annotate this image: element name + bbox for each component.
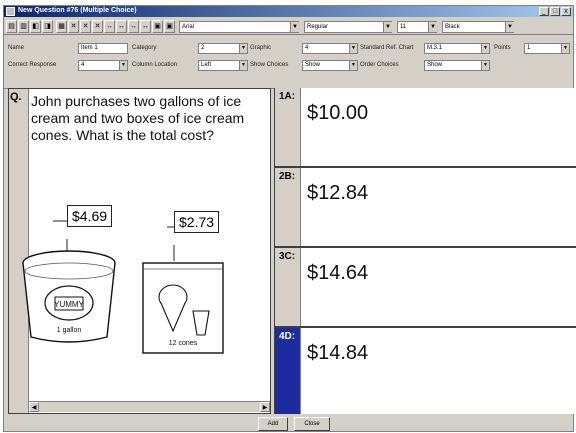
- answer-value[interactable]: $12.84: [307, 182, 368, 205]
- chevron-down-icon: ▼: [239, 44, 247, 53]
- chevron-down-icon: ▼: [349, 44, 357, 53]
- tub-brand-text: YUMMY: [54, 300, 84, 309]
- bottom-button-bar: Add Close: [4, 414, 573, 432]
- box-caption: 12 cones: [169, 340, 198, 347]
- column-location-select[interactable]: Left ▼: [198, 60, 248, 71]
- answer-value[interactable]: $14.64: [307, 262, 368, 285]
- tool-button-11[interactable]: ↔: [128, 20, 139, 33]
- app-icon: [6, 7, 15, 16]
- chevron-down-icon: ▼: [481, 44, 489, 53]
- tool-button-13[interactable]: ▣: [152, 20, 163, 33]
- close-dialog-button[interactable]: Close: [294, 417, 330, 431]
- horizontal-scrollbar[interactable]: ◀ ▶: [29, 401, 270, 412]
- correct-response-label: Correct Response: [8, 62, 57, 68]
- color-dropdown[interactable]: Black ▼: [442, 21, 514, 33]
- points-label: Points: [494, 45, 511, 51]
- standard-label: Standard Ref. Chart: [360, 45, 414, 51]
- show-choices-label: Show Choices: [250, 62, 289, 68]
- points-select[interactable]: 1 ▼: [524, 43, 570, 54]
- ice-cream-illustration: YUMMY 1 gallon 12 cones: [22, 220, 224, 354]
- chevron-down-icon: ▼: [481, 61, 489, 70]
- question-properties: Name Item 1 Category 2 ▼ Graphic 4 ▼ Stand…: [4, 37, 573, 89]
- name-field[interactable]: Item 1: [78, 43, 128, 54]
- answer-label: 3C:: [275, 248, 301, 326]
- ice-cream-tub-image: YUMMY 1 gallon: [22, 250, 116, 343]
- correct-response-select[interactable]: 4 ▼: [78, 60, 128, 71]
- chevron-down-icon: ▼: [239, 61, 247, 70]
- answer-row[interactable]: 2B: $12.84: [275, 168, 576, 248]
- answer-pane: 1A: $10.00 2B: $12.84 3C: $14.64 4D: $14…: [274, 88, 576, 414]
- window-title: New Question #76 (Multiple Choice): [18, 7, 137, 14]
- close-button[interactable]: x: [561, 7, 571, 16]
- tool-button-10[interactable]: ↔: [116, 20, 127, 33]
- column-location-label: Column Location: [132, 62, 178, 68]
- question-editor-window: New Question #76 (Multiple Choice) _ □ x…: [3, 5, 576, 432]
- show-choices-select[interactable]: Show ▼: [302, 60, 358, 71]
- chevron-down-icon: ▼: [290, 22, 299, 32]
- chevron-down-icon: ▼: [505, 22, 514, 32]
- tool-button-14[interactable]: ▣: [164, 20, 175, 33]
- size-dropdown[interactable]: 11 ▼: [397, 21, 437, 33]
- tool-button-5[interactable]: ▦: [56, 20, 67, 33]
- tool-button-6[interactable]: ✕: [68, 20, 79, 33]
- question-text[interactable]: John purchases two gallons of ice cream …: [31, 93, 267, 144]
- chevron-down-icon: ▼: [561, 44, 569, 53]
- chevron-down-icon: ▼: [383, 22, 392, 32]
- chevron-down-icon: ▼: [349, 61, 357, 70]
- style-dropdown[interactable]: Regular ▼: [304, 21, 392, 33]
- answer-row[interactable]: 3C: $14.64: [275, 248, 576, 328]
- category-select[interactable]: 2 ▼: [198, 43, 248, 54]
- scroll-right-icon[interactable]: ▶: [260, 402, 270, 412]
- tool-button-2[interactable]: ▥: [18, 20, 29, 33]
- question-pane: Q. John purchases two gallons of ice cre…: [8, 88, 271, 414]
- tool-button-1[interactable]: ▤: [6, 20, 17, 33]
- standard-select[interactable]: M.3.1 ▼: [424, 43, 490, 54]
- formatting-toolbar: ▤ ▥ ◧ ◨ ▦ ✕ ✕ ✕ ↔ ↔ ↔ ↔ ▣ ▣ Arial ▼ Regul…: [4, 19, 573, 35]
- answer-label: 2B:: [275, 168, 301, 246]
- order-choices-label: Order Choices: [360, 62, 399, 68]
- chevron-down-icon: ▼: [428, 22, 437, 32]
- name-label: Name: [8, 45, 25, 51]
- tool-button-9[interactable]: ↔: [104, 20, 115, 33]
- scroll-left-icon[interactable]: ◀: [29, 402, 39, 412]
- answer-label: 1A:: [275, 88, 301, 166]
- answer-value[interactable]: $10.00: [307, 102, 368, 125]
- tool-button-8[interactable]: ✕: [92, 20, 103, 33]
- tool-button-12[interactable]: ↔: [140, 20, 151, 33]
- answer-row-selected[interactable]: 4D: $14.84: [275, 328, 576, 414]
- graphic-label: Graphic: [250, 45, 272, 51]
- category-label: Category: [132, 45, 157, 51]
- tool-button-3[interactable]: ◧: [30, 20, 41, 33]
- tool-button-7[interactable]: ✕: [80, 20, 91, 33]
- tub-caption: 1 gallon: [57, 327, 82, 334]
- title-bar[interactable]: New Question #76 (Multiple Choice) _ □ x: [4, 6, 573, 17]
- answer-value[interactable]: $14.84: [307, 342, 368, 365]
- chevron-down-icon: ▼: [119, 61, 127, 70]
- maximize-button[interactable]: □: [550, 7, 560, 16]
- answer-row[interactable]: 1A: $10.00: [275, 88, 576, 168]
- font-dropdown[interactable]: Arial ▼: [179, 21, 299, 33]
- answer-label: 4D:: [275, 328, 301, 414]
- minimize-button[interactable]: _: [539, 7, 549, 16]
- cone-box-image: 12 cones: [142, 262, 224, 354]
- graphic-select[interactable]: 4 ▼: [302, 43, 358, 54]
- tool-button-4[interactable]: ◨: [42, 20, 53, 33]
- add-button[interactable]: Add: [258, 417, 288, 431]
- order-choices-select[interactable]: Show ▼: [424, 60, 490, 71]
